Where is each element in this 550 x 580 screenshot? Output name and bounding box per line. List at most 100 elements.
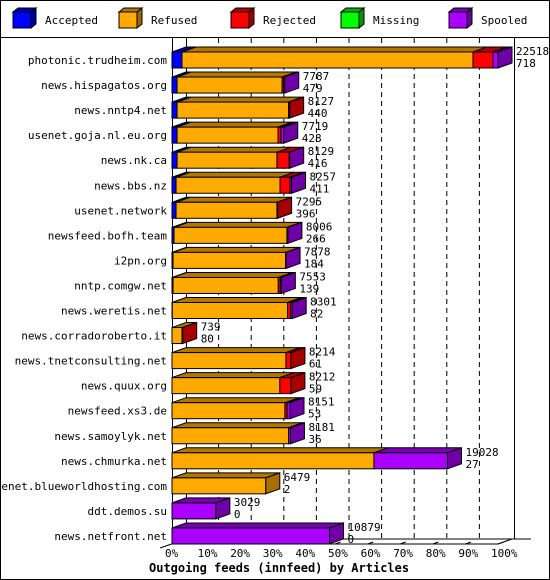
- category-label: news.corradoroberto.it: [21, 330, 167, 343]
- bar-segment-refused: [171, 427, 290, 445]
- x-tick-label: 10%: [198, 547, 218, 560]
- bar-segment-refused: [172, 276, 279, 294]
- bar-top-refused: [176, 71, 297, 78]
- bar-top-refused: [175, 196, 292, 203]
- bar-segment-accepted: [171, 101, 178, 119]
- bar-top-refused: [175, 171, 295, 178]
- innfeed-articles-chart: Accepted Refused Rejected Missing Spooled 0% 1…: [1, 6, 549, 575]
- category-label: nntp.comgw.net: [74, 279, 167, 292]
- bar-second-label: 80: [201, 333, 214, 346]
- x-tick: [497, 541, 504, 545]
- x-tick-label: 20%: [230, 547, 250, 560]
- bar-segment-refused: [171, 402, 286, 420]
- legend-swatch-side: [466, 6, 473, 30]
- bar-second-label: 82: [310, 308, 323, 321]
- bar-second-label: 139: [299, 282, 319, 295]
- bar-segment-refused: [171, 327, 183, 345]
- category-label: news.weretis.net: [61, 305, 167, 318]
- bar-segment-refused: [176, 76, 283, 94]
- bar-second-label: 184: [304, 257, 324, 270]
- bar-top-refused: [173, 221, 302, 228]
- bar-segment-refused: [172, 251, 287, 269]
- bar-top-refused: [172, 246, 300, 253]
- bar-second-label: 396: [296, 207, 316, 220]
- bar-second-label: 416: [308, 157, 328, 170]
- bar-segment-refused: [175, 176, 281, 194]
- category-label: news.nk.ca: [101, 154, 167, 167]
- bar-segment-spooled: [492, 51, 499, 69]
- bar-top-refused: [171, 472, 280, 479]
- category-label: ddt.demos.su: [88, 505, 167, 518]
- x-tick-label: 90%: [458, 547, 478, 560]
- category-label: usenet.blueworldhosting.com: [1, 480, 167, 493]
- bar-top-refused: [171, 422, 303, 429]
- category-label: news.nntp4.net: [74, 104, 167, 117]
- bar-top-refused: [171, 372, 295, 379]
- bar-second-label: 440: [308, 107, 328, 120]
- bar-segment-accepted: [171, 151, 178, 169]
- bar-second-label: 479: [303, 82, 323, 95]
- legend-swatch-side: [136, 6, 143, 30]
- legend-label-spooled: Spooled: [481, 14, 527, 27]
- category-label: usenet.network: [74, 204, 167, 217]
- category-label: news.hispagatos.org: [41, 79, 167, 92]
- bar-segment-accepted: [171, 126, 178, 144]
- category-label: news.netfront.net: [54, 530, 167, 543]
- legend-swatch-spooled: [448, 11, 468, 29]
- category-label: news.quux.org: [81, 380, 167, 393]
- legend-swatch-side: [248, 6, 255, 30]
- bar-segment-refused: [171, 477, 267, 495]
- x-tick-label: 50%: [328, 547, 348, 560]
- legend-label-accepted: Accepted: [45, 14, 98, 27]
- bar-segment-refused: [175, 201, 278, 219]
- category-label: newsfeed.xs3.de: [68, 405, 167, 418]
- bar-segment-rejected: [279, 176, 291, 194]
- legend-label-missing: Missing: [373, 14, 419, 27]
- bar-second-label: 718: [516, 57, 536, 70]
- x-tick-label: 100%: [491, 547, 518, 560]
- bar-segment-refused: [171, 452, 375, 470]
- bar-top-refused: [171, 347, 301, 354]
- bar-segment-refused: [181, 51, 474, 69]
- bar-segment-refused: [173, 226, 288, 244]
- bar-top-refused: [176, 146, 292, 153]
- x-tick-label: 0%: [165, 547, 179, 560]
- bar-second-label: 27: [465, 458, 478, 471]
- legend-swatch-missing: [340, 11, 360, 29]
- bar-second-label: 59: [309, 383, 322, 396]
- category-label: news.samoylyk.net: [54, 430, 167, 443]
- legend-label-rejected: Rejected: [263, 14, 316, 27]
- bar-segment-accepted: [171, 176, 177, 194]
- bar-top-refused: [171, 397, 300, 404]
- bar-segment-refused: [176, 151, 278, 169]
- category-label: newsfeed.bofh.team: [48, 229, 168, 242]
- x-tick-label: 70%: [393, 547, 413, 560]
- category-label: i2pn.org: [114, 254, 167, 267]
- bar-segment-rejected: [285, 352, 292, 370]
- bar-segment-rejected: [276, 151, 290, 169]
- bar-top-spooled: [171, 522, 344, 529]
- chart-container: Accepted Refused Rejected Missing Spooled 0% 1…: [0, 0, 550, 580]
- bar-top-refused: [172, 297, 302, 303]
- x-tick-label: 30%: [263, 547, 283, 560]
- bar-second-label: 53: [308, 408, 321, 421]
- bar-segment-spooled: [171, 502, 217, 520]
- bar-second-label: 0: [234, 508, 241, 521]
- bar-top-refused: [176, 96, 303, 103]
- bar-top-refused: [181, 46, 488, 53]
- bar-segment-refused: [171, 302, 289, 319]
- chart-title: Outgoing feeds (innfeed) by Articles: [149, 561, 409, 575]
- bar-segment-spooled: [373, 452, 448, 470]
- x-tick-label: 40%: [295, 547, 315, 560]
- bar-second-label: 36: [308, 433, 321, 446]
- bar-top-refused: [176, 121, 293, 128]
- bar-second-label: 61: [309, 358, 322, 371]
- bar-second-label: 411: [310, 182, 330, 195]
- x-tick-label: 80%: [426, 547, 446, 560]
- bar-second-label: 266: [306, 232, 326, 245]
- bar-segment-accepted: [171, 76, 178, 94]
- legend-swatch-side: [30, 6, 37, 30]
- bar-segment-spooled: [171, 527, 330, 545]
- bar-segment-refused: [176, 126, 279, 144]
- legend-swatch-rejected: [230, 11, 250, 29]
